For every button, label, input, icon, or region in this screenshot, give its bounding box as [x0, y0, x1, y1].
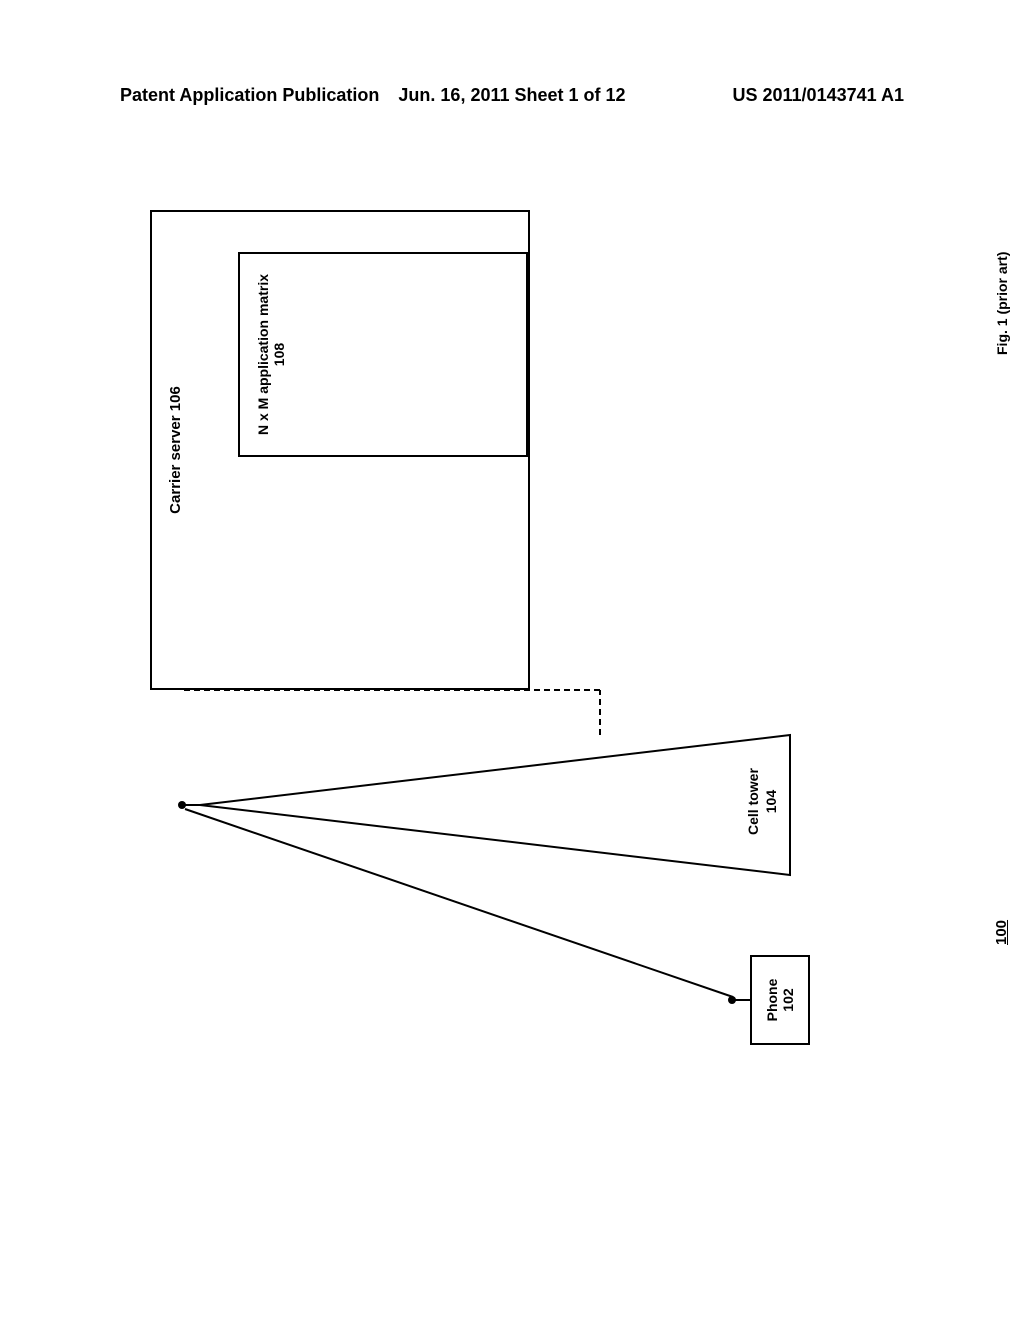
tower-ref: 104	[762, 768, 780, 835]
phone-box: Phone 102	[750, 955, 810, 1045]
figure-caption: Fig. 1 (prior art)	[994, 252, 1010, 355]
header-publication: Patent Application Publication	[120, 85, 381, 106]
server-label: Carrier server 106	[167, 212, 184, 688]
phone-ref: 102	[780, 988, 796, 1011]
server-box: Carrier server 106 N x M application mat…	[150, 210, 530, 690]
matrix-box: N x M application matrix 108	[238, 252, 528, 457]
matrix-ref: 108	[271, 343, 287, 366]
diagram-rotated: Phone 102 Cell tower 104 Carrier server …	[120, 165, 840, 1105]
phone-label: Phone	[764, 979, 780, 1022]
header-date-sheet: Jun. 16, 2011 Sheet 1 of 12	[381, 85, 642, 106]
page-header: Patent Application Publication Jun. 16, …	[0, 85, 1024, 106]
diagram-container: Phone 102 Cell tower 104 Carrier server …	[120, 165, 840, 1105]
tower-label-group: Cell tower 104	[744, 768, 780, 835]
tower-label: Cell tower	[744, 768, 762, 835]
main-reference-number: 100	[993, 920, 1010, 945]
matrix-label: N x M application matrix	[255, 274, 271, 435]
header-patent-number: US 2011/0143741 A1	[643, 85, 904, 106]
